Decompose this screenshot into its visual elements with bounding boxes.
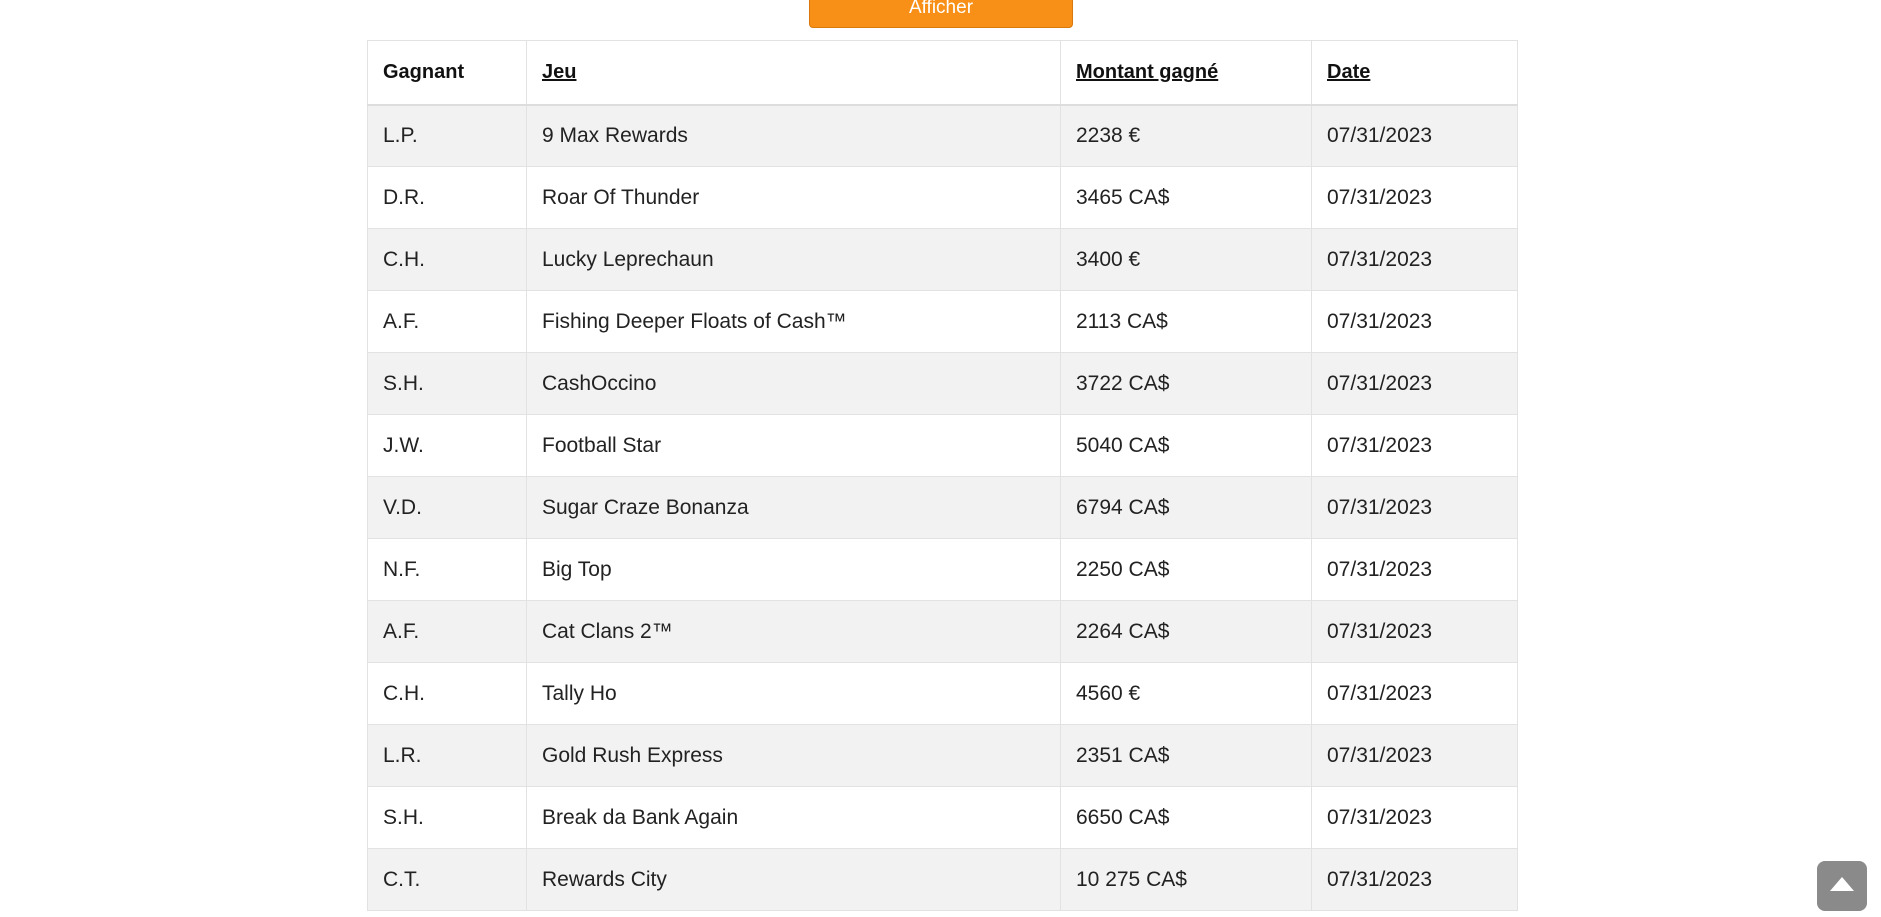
amount-cell: 3722 CA$ — [1060, 352, 1312, 415]
header-winner-label: Gagnant — [383, 60, 465, 83]
game-cell: Football Star — [526, 414, 1061, 477]
table-row: S.H. Break da Bank Again 6650 CA$ 07/31/… — [367, 786, 1518, 849]
winner-cell: J.W. — [367, 414, 527, 477]
winners-table: Gagnant Jeu Montant gagné Date L.P. 9 Ma… — [367, 40, 1518, 911]
scroll-to-top-button[interactable] — [1817, 861, 1867, 911]
sort-amount-link[interactable]: Montant gagné — [1076, 61, 1218, 83]
game-cell: Rewards City — [526, 848, 1061, 911]
amount-cell: 10 275 CA$ — [1060, 848, 1312, 911]
winner-cell: C.H. — [367, 228, 527, 291]
table-row: A.F. Cat Clans 2™ 2264 CA$ 07/31/2023 — [367, 600, 1518, 663]
table-row: N.F. Big Top 2250 CA$ 07/31/2023 — [367, 538, 1518, 601]
table-row: J.W. Football Star 5040 CA$ 07/31/2023 — [367, 414, 1518, 477]
table-row: C.T. Rewards City 10 275 CA$ 07/31/2023 — [367, 848, 1518, 911]
header-game[interactable]: Jeu — [526, 40, 1061, 106]
amount-cell: 5040 CA$ — [1060, 414, 1312, 477]
date-cell: 07/31/2023 — [1311, 352, 1518, 415]
game-cell: Big Top — [526, 538, 1061, 601]
amount-cell: 2250 CA$ — [1060, 538, 1312, 601]
header-amount[interactable]: Montant gagné — [1060, 40, 1312, 106]
game-cell: Gold Rush Express — [526, 724, 1061, 787]
date-cell: 07/31/2023 — [1311, 724, 1518, 787]
game-cell: Cat Clans 2™ — [526, 600, 1061, 663]
amount-cell: 6794 CA$ — [1060, 476, 1312, 539]
game-cell: CashOccino — [526, 352, 1061, 415]
winner-cell: L.R. — [367, 724, 527, 787]
amount-cell: 2238 € — [1060, 104, 1312, 167]
arrow-up-icon — [1830, 877, 1854, 891]
winner-cell: C.H. — [367, 662, 527, 725]
winner-cell: S.H. — [367, 352, 527, 415]
date-cell: 07/31/2023 — [1311, 600, 1518, 663]
amount-cell: 3465 CA$ — [1060, 166, 1312, 229]
date-cell: 07/31/2023 — [1311, 104, 1518, 167]
game-cell: Tally Ho — [526, 662, 1061, 725]
page: Afficher Gagnant Jeu Montant gagné Date — [0, 0, 1881, 917]
table-row: S.H. CashOccino 3722 CA$ 07/31/2023 — [367, 352, 1518, 415]
winner-cell: A.F. — [367, 600, 527, 663]
date-cell: 07/31/2023 — [1311, 414, 1518, 477]
header-date[interactable]: Date — [1311, 40, 1518, 106]
table-row: L.P. 9 Max Rewards 2238 € 07/31/2023 — [367, 104, 1518, 167]
winner-cell: C.T. — [367, 848, 527, 911]
winner-cell: N.F. — [367, 538, 527, 601]
show-button[interactable]: Afficher — [809, 0, 1073, 28]
amount-cell: 2351 CA$ — [1060, 724, 1312, 787]
table-header-row: Gagnant Jeu Montant gagné Date — [367, 40, 1518, 106]
header-winner: Gagnant — [367, 40, 527, 106]
table-row: C.H. Tally Ho 4560 € 07/31/2023 — [367, 662, 1518, 725]
date-cell: 07/31/2023 — [1311, 476, 1518, 539]
amount-cell: 6650 CA$ — [1060, 786, 1312, 849]
winner-cell: A.F. — [367, 290, 527, 353]
date-cell: 07/31/2023 — [1311, 228, 1518, 291]
sort-date-link[interactable]: Date — [1327, 61, 1370, 83]
amount-cell: 2113 CA$ — [1060, 290, 1312, 353]
sort-game-link[interactable]: Jeu — [542, 61, 576, 83]
table-row: L.R. Gold Rush Express 2351 CA$ 07/31/20… — [367, 724, 1518, 787]
date-cell: 07/31/2023 — [1311, 538, 1518, 601]
game-cell: Lucky Leprechaun — [526, 228, 1061, 291]
table-row: V.D. Sugar Craze Bonanza 6794 CA$ 07/31/… — [367, 476, 1518, 539]
game-cell: Fishing Deeper Floats of Cash™ — [526, 290, 1061, 353]
game-cell: Sugar Craze Bonanza — [526, 476, 1061, 539]
amount-cell: 3400 € — [1060, 228, 1312, 291]
date-cell: 07/31/2023 — [1311, 290, 1518, 353]
table-row: C.H. Lucky Leprechaun 3400 € 07/31/2023 — [367, 228, 1518, 291]
winner-cell: D.R. — [367, 166, 527, 229]
table-row: D.R. Roar Of Thunder 3465 CA$ 07/31/2023 — [367, 166, 1518, 229]
game-cell: Break da Bank Again — [526, 786, 1061, 849]
winner-cell: S.H. — [367, 786, 527, 849]
game-cell: 9 Max Rewards — [526, 104, 1061, 167]
table-row: A.F. Fishing Deeper Floats of Cash™ 2113… — [367, 290, 1518, 353]
date-cell: 07/31/2023 — [1311, 848, 1518, 911]
winner-cell: V.D. — [367, 476, 527, 539]
game-cell: Roar Of Thunder — [526, 166, 1061, 229]
amount-cell: 4560 € — [1060, 662, 1312, 725]
date-cell: 07/31/2023 — [1311, 786, 1518, 849]
amount-cell: 2264 CA$ — [1060, 600, 1312, 663]
winner-cell: L.P. — [367, 104, 527, 167]
date-cell: 07/31/2023 — [1311, 662, 1518, 725]
date-cell: 07/31/2023 — [1311, 166, 1518, 229]
